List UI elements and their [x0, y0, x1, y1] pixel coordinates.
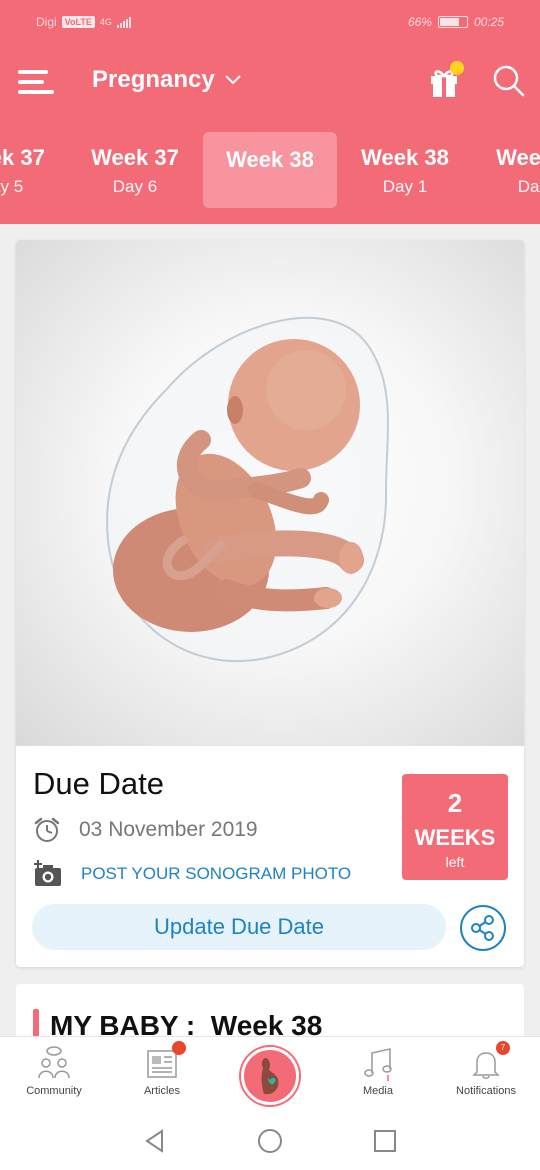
menu-button[interactable]	[18, 70, 54, 94]
due-date-row: 03 November 2019	[33, 816, 258, 844]
chevron-down-icon	[225, 75, 241, 85]
weeks-left-unit: WEEKS	[414, 825, 496, 850]
pregnancy-dropdown[interactable]: Pregnancy	[92, 66, 241, 94]
pregnancy-home-button[interactable]	[241, 1047, 299, 1105]
week-label: Week 38	[496, 145, 540, 170]
clock: 00:25	[473, 15, 504, 29]
notifications-badge: 7	[496, 1041, 510, 1055]
bell-icon: 7	[468, 1041, 510, 1081]
menu-icon-line	[18, 90, 54, 94]
signal-icon	[116, 16, 131, 28]
week-label: Week 38	[361, 145, 449, 170]
tab-week-38-day-2[interactable]: Week 38 Day 2	[473, 132, 540, 208]
week-tabs: Week 37 Day 5 Week 37 Day 6 Week 38 Week…	[0, 122, 540, 224]
page-title: Pregnancy	[92, 66, 215, 93]
alarm-clock-icon	[34, 817, 60, 842]
system-navigation-bar	[0, 1112, 540, 1170]
status-left: Digi VoLTE 4G	[36, 15, 131, 29]
due-date-value: 03 November 2019	[79, 818, 258, 841]
pregnant-woman-icon	[261, 1058, 279, 1094]
gift-notification-dot	[450, 61, 464, 75]
day-label: Day 1	[382, 177, 428, 196]
status-right: 66% 00:25	[408, 15, 504, 29]
tab-week-37-day-6[interactable]: Week 37 Day 6	[68, 132, 202, 208]
nav-notifications[interactable]: 7 Notifications	[436, 1041, 536, 1097]
nav-label: Articles	[143, 1085, 181, 1097]
app-header: Pregnancy	[0, 44, 540, 122]
week-label: Week 38	[226, 147, 314, 172]
week-label: Week 37	[0, 145, 45, 170]
my-baby-card: MY BABY : Week 38	[16, 984, 524, 1044]
articles-badge	[172, 1041, 186, 1055]
share-button[interactable]	[460, 905, 506, 951]
weeks-left-badge: 2 WEEKS left	[402, 774, 508, 880]
nav-media[interactable]: Media	[328, 1045, 428, 1097]
articles-icon	[144, 1041, 186, 1081]
menu-icon-line	[18, 70, 48, 74]
search-icon	[493, 65, 525, 97]
due-date-card: Due Date 03 November 2019 POST YOUR SONO…	[16, 240, 524, 967]
status-bar: Digi VoLTE 4G 66% 00:25	[0, 0, 540, 44]
due-date-heading: Due Date	[33, 766, 164, 801]
community-icon	[36, 1045, 72, 1081]
battery-percent: 66%	[407, 15, 432, 29]
update-due-date-button[interactable]: Update Due Date	[32, 904, 446, 950]
gift-button[interactable]	[428, 61, 464, 98]
nav-articles[interactable]: Articles	[112, 1041, 212, 1097]
tab-week-37-day-5[interactable]: Week 37 Day 5	[0, 132, 68, 208]
back-icon[interactable]	[142, 1128, 168, 1154]
day-label: Day 2	[517, 177, 540, 196]
day-label: Day 6	[112, 177, 158, 196]
nav-community[interactable]: Community	[4, 1045, 104, 1097]
carrier-label: Digi	[36, 15, 57, 29]
bottom-navigation: Community Articles Media 7 Notifications	[0, 1036, 540, 1112]
music-note-icon	[360, 1045, 396, 1081]
section-accent-bar	[33, 1009, 39, 1039]
day-label: Day 5	[0, 177, 24, 196]
fetus-image	[106, 316, 389, 663]
battery-icon	[437, 16, 468, 28]
network-label: 4G	[99, 17, 112, 27]
share-icon	[471, 915, 494, 941]
week-label: Week 37	[91, 145, 179, 170]
weeks-left-label: left	[445, 854, 465, 870]
post-sonogram-link[interactable]: POST YOUR SONOGRAM PHOTO	[81, 864, 351, 884]
search-button[interactable]	[492, 64, 526, 98]
weeks-left-count: 2	[447, 788, 463, 818]
home-icon[interactable]	[257, 1128, 283, 1154]
menu-icon-line	[18, 80, 44, 84]
sonogram-row[interactable]: POST YOUR SONOGRAM PHOTO	[33, 860, 351, 888]
tab-week-38-selected[interactable]: Week 38	[203, 132, 337, 208]
volte-badge: VoLTE	[61, 16, 95, 28]
add-photo-icon	[34, 860, 61, 886]
recent-apps-icon[interactable]	[372, 1128, 398, 1154]
fetus-illustration	[16, 240, 524, 746]
tab-week-38-day-1[interactable]: Week 38 Day 1	[338, 132, 472, 208]
nav-label: Media	[363, 1085, 393, 1097]
nav-label: Community	[26, 1085, 82, 1097]
nav-label: Notifications	[456, 1085, 516, 1097]
